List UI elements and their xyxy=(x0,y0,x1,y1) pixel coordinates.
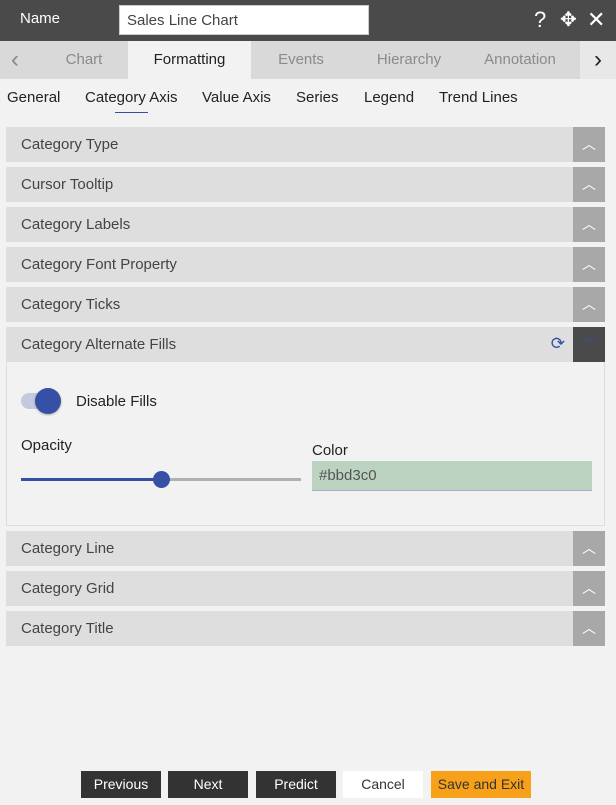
chevron-up-icon[interactable]: ︿ xyxy=(573,207,605,242)
opacity-slider[interactable] xyxy=(21,471,301,488)
panel-cursor-tooltip[interactable]: Cursor Tooltip ︿ xyxy=(6,167,605,202)
name-label: Name xyxy=(20,10,61,27)
slider-thumb[interactable] xyxy=(153,471,170,488)
opacity-label: Opacity xyxy=(21,437,72,454)
chevron-down-icon[interactable]: ﹀ xyxy=(573,327,605,362)
panel-title: Category Title xyxy=(21,620,114,637)
save-and-exit-button[interactable]: Save and Exit xyxy=(431,771,531,798)
panel-title: Category Font Property xyxy=(21,256,177,273)
tab-chart[interactable]: Chart xyxy=(40,41,128,79)
panel-title: Category Type xyxy=(21,136,119,153)
subtab-legend[interactable]: Legend xyxy=(364,89,414,106)
subtab-category-axis[interactable]: Category Axis xyxy=(85,89,178,113)
panel-title: Category Alternate Fills xyxy=(21,336,177,353)
panel-category-labels[interactable]: Category Labels ︿ xyxy=(6,207,605,242)
subtab-trend-lines[interactable]: Trend Lines xyxy=(439,89,518,106)
previous-button[interactable]: Previous xyxy=(81,771,161,798)
cancel-button[interactable]: Cancel xyxy=(343,771,423,798)
chevron-up-icon[interactable]: ︿ xyxy=(573,571,605,606)
move-icon[interactable]: ✥ xyxy=(560,7,577,33)
subtab-series[interactable]: Series xyxy=(296,89,339,106)
chevron-up-icon[interactable]: ︿ xyxy=(573,127,605,162)
header: Name ? ✥ ✕ xyxy=(0,0,616,41)
panel-category-line[interactable]: Category Line ︿ xyxy=(6,531,605,566)
panel-title: Category Line xyxy=(21,540,115,557)
panel-category-grid[interactable]: Category Grid ︿ xyxy=(6,571,605,606)
tab-bar: ‹ Chart Formatting Events Hierarchy Anno… xyxy=(0,41,616,79)
panel-category-ticks[interactable]: Category Ticks ︿ xyxy=(6,287,605,322)
color-label: Color xyxy=(312,442,348,459)
chevron-up-icon[interactable]: ︿ xyxy=(573,531,605,566)
chevron-up-icon[interactable]: ︿ xyxy=(573,247,605,282)
panel-category-font-property[interactable]: Category Font Property ︿ xyxy=(6,247,605,282)
chevron-right-icon[interactable]: › xyxy=(580,41,616,79)
help-icon[interactable]: ? xyxy=(534,7,546,33)
tab-formatting[interactable]: Formatting xyxy=(128,41,251,79)
next-button[interactable]: Next xyxy=(168,771,248,798)
predict-button[interactable]: Predict xyxy=(256,771,336,798)
panel-title: Category Labels xyxy=(21,216,131,233)
tab-annotation[interactable]: Annotation xyxy=(467,41,573,79)
tab-hierarchy[interactable]: Hierarchy xyxy=(351,41,467,79)
chevron-up-icon[interactable]: ︿ xyxy=(573,611,605,646)
panel-category-type[interactable]: Category Type ︿ xyxy=(6,127,605,162)
refresh-icon[interactable]: ⟳ xyxy=(551,334,565,354)
name-input[interactable] xyxy=(119,5,369,35)
tab-events[interactable]: Events xyxy=(251,41,351,79)
disable-fills-toggle[interactable] xyxy=(21,388,61,414)
panel-title: Category Grid xyxy=(21,580,115,597)
panel-body: Disable Fills Opacity Color #bbd3c0 xyxy=(6,362,605,526)
subtab-value-axis[interactable]: Value Axis xyxy=(202,89,271,106)
panel-category-title[interactable]: Category Title ︿ xyxy=(6,611,605,646)
toggle-label: Disable Fills xyxy=(76,393,157,410)
chevron-left-icon[interactable]: ‹ xyxy=(0,41,30,79)
close-icon[interactable]: ✕ xyxy=(587,7,605,33)
panel-category-alternate-fills[interactable]: Category Alternate Fills ⟳ ﹀ xyxy=(6,327,605,362)
color-input[interactable]: #bbd3c0 xyxy=(312,461,592,491)
chevron-up-icon[interactable]: ︿ xyxy=(573,167,605,202)
panel-title: Cursor Tooltip xyxy=(21,176,114,193)
subtab-general[interactable]: General xyxy=(7,89,60,106)
chevron-up-icon[interactable]: ︿ xyxy=(573,287,605,322)
panel-title: Category Ticks xyxy=(21,296,121,313)
